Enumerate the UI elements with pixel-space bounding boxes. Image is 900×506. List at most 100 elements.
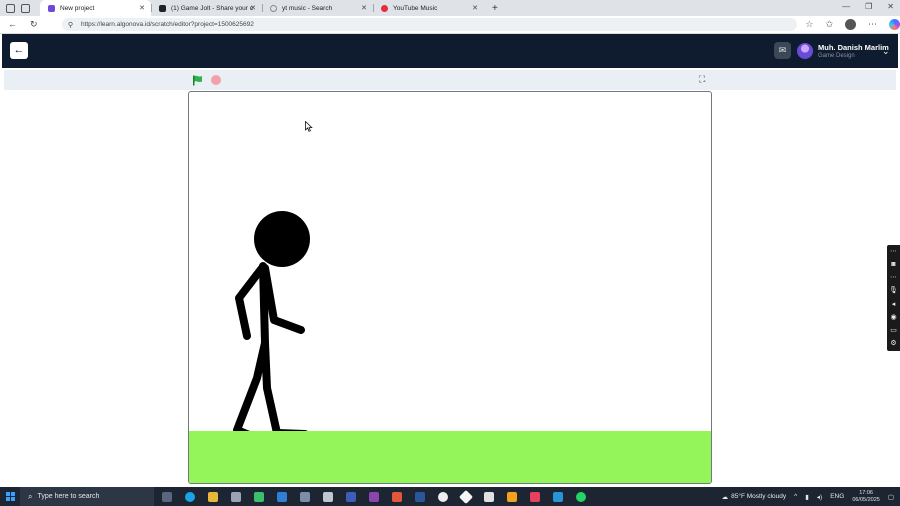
user-name: Muh. Danish Marlim <box>818 43 889 52</box>
favorite-star-icon[interactable]: ☆ <box>805 19 813 30</box>
app-icon-4[interactable] <box>300 491 310 502</box>
youtube-music-favicon-icon <box>381 4 388 12</box>
window-icon[interactable]: ▭ <box>890 327 897 335</box>
user-avatar[interactable] <box>797 43 813 59</box>
workspaces-icon[interactable] <box>6 3 15 13</box>
language-indicator[interactable]: ENG <box>830 493 844 500</box>
windows-taskbar: ⌕ Type here to search ☁ 85°F Mostly clou… <box>0 487 900 506</box>
app-icon-13[interactable] <box>553 491 563 502</box>
app-icon-5[interactable] <box>323 491 333 502</box>
windows-logo-icon <box>5 492 15 501</box>
browser-tab-strip: New project ✕ (1) Game Jolt - Share your… <box>0 0 900 16</box>
taskbar-apps <box>154 489 586 504</box>
chevron-down-icon[interactable]: ⌄ <box>882 46 890 57</box>
network-icon[interactable]: ▮ <box>805 493 809 501</box>
address-bar-row: ← ↻ ⚲ https://learn.algonova.id/scratch/… <box>0 16 900 34</box>
tab-actions-icon[interactable] <box>21 3 30 13</box>
weather-widget[interactable]: ☁ 85°F Mostly cloudy <box>722 493 786 501</box>
browser-toolbar-icons: ☆ ✩ ⋯ <box>805 19 900 30</box>
edge-icon[interactable] <box>185 491 195 502</box>
gamejolt-favicon-icon <box>159 4 166 12</box>
url-text: https://learn.algonova.id/scratch/editor… <box>80 21 254 28</box>
tray-chevron-icon[interactable]: ^ <box>794 493 797 500</box>
back-button[interactable]: ← <box>10 42 28 59</box>
file-explorer-icon[interactable] <box>208 491 218 502</box>
floating-side-panel: ⋯ ◙ ⋯ 🎙 ◂ ◉ ▭ ⚙ <box>887 245 900 351</box>
maximize-icon[interactable]: ❐ <box>865 2 872 11</box>
record-icon[interactable]: ◉ <box>890 314 896 322</box>
search-favicon-icon <box>270 4 277 12</box>
cloud-icon: ☁ <box>721 493 729 501</box>
tab-youtube-music[interactable]: YouTube Music ✕ <box>373 0 484 16</box>
notifications-icon[interactable]: ▢ <box>888 493 894 501</box>
app-icon-7[interactable] <box>369 491 379 502</box>
stop-button[interactable] <box>211 75 221 85</box>
fullscreen-icon[interactable]: ⛶ <box>699 74 705 85</box>
close-tab-icon[interactable]: ✕ <box>139 4 145 12</box>
camera-icon[interactable]: ◙ <box>891 261 895 269</box>
scratch-favicon-icon <box>48 4 55 12</box>
dots-icon[interactable]: ⋯ <box>890 248 897 256</box>
more-icon[interactable]: ⋯ <box>890 274 897 282</box>
app-header: ← ✉ Muh. Danish Marlim Game Design ⌄ <box>2 34 898 68</box>
more-menu-icon[interactable]: ⋯ <box>868 19 877 30</box>
chat-button[interactable]: ✉ <box>774 42 791 59</box>
copilot-icon[interactable] <box>889 19 900 30</box>
search-placeholder: Type here to search <box>37 493 100 500</box>
app-icon-12[interactable] <box>530 491 540 502</box>
site-info-icon[interactable]: ⚲ <box>68 21 73 29</box>
app-icon-11[interactable] <box>507 491 517 502</box>
favorites-icon[interactable]: ✩ <box>825 19 833 30</box>
speaker-icon[interactable]: ◂ <box>892 301 896 309</box>
app-icon-6[interactable] <box>346 491 356 502</box>
system-tray: ☁ 85°F Mostly cloudy ^ ▮ ◂) ENG 17:06 06… <box>722 487 894 506</box>
back-arrow-icon[interactable]: ← <box>8 19 17 30</box>
tab-game-jolt[interactable]: (1) Game Jolt - Share your creatio ✕ <box>151 0 262 16</box>
app-icon-8[interactable] <box>392 491 402 502</box>
clock[interactable]: 17:06 06/05/2025 <box>852 490 880 503</box>
app-icon-2[interactable] <box>254 491 264 502</box>
refresh-icon[interactable]: ↻ <box>30 19 38 30</box>
new-tab-button[interactable]: + <box>492 3 498 14</box>
window-menu-buttons <box>0 3 40 13</box>
tab-title: New project <box>60 4 95 12</box>
tab-title: YouTube Music <box>393 4 438 12</box>
app-icon-9[interactable] <box>438 491 448 502</box>
close-window-icon[interactable]: ✕ <box>887 2 894 11</box>
green-flag-icon[interactable] <box>192 75 203 86</box>
close-tab-icon[interactable]: ✕ <box>250 4 256 12</box>
app-icon-10[interactable] <box>458 489 474 504</box>
capcut-icon[interactable] <box>484 491 494 502</box>
user-role: Game Design <box>818 53 855 59</box>
app-icon-1[interactable] <box>231 491 241 502</box>
app-icon-3[interactable] <box>277 491 287 502</box>
close-tab-icon[interactable]: ✕ <box>472 4 478 12</box>
chat-icon: ✉ <box>778 45 787 55</box>
tab-title: (1) Game Jolt - Share your creatio <box>171 4 253 12</box>
volume-icon[interactable]: ◂) <box>817 493 822 501</box>
search-icon: ⌕ <box>28 491 33 501</box>
ground <box>189 431 711 483</box>
profile-icon[interactable] <box>845 19 856 30</box>
taskbar-search[interactable]: ⌕ Type here to search <box>20 487 154 506</box>
url-field[interactable]: ⚲ https://learn.algonova.id/scratch/edit… <box>61 18 798 31</box>
start-button[interactable] <box>0 492 20 501</box>
tab-new-project[interactable]: New project ✕ <box>40 0 151 16</box>
whatsapp-icon[interactable] <box>576 491 586 502</box>
scratch-stage[interactable] <box>188 91 712 484</box>
mouse-cursor-icon <box>305 121 313 132</box>
arrow-left-icon: ← <box>13 44 25 56</box>
word-icon[interactable] <box>415 491 425 502</box>
tab-title: yt music - Search <box>282 4 333 12</box>
microphone-icon[interactable]: 🎙 <box>889 287 898 295</box>
stage-toolbar: ⛶ <box>4 70 896 90</box>
minimize-icon[interactable]: — <box>842 2 850 11</box>
settings-gear-icon[interactable]: ⚙ <box>890 340 896 348</box>
clock-date: 06/05/2025 <box>852 496 880 503</box>
task-view-icon[interactable] <box>162 491 172 502</box>
window-controls: — ❐ ✕ <box>842 2 894 11</box>
close-tab-icon[interactable]: ✕ <box>361 4 367 12</box>
nav-buttons: ← ↻ <box>0 19 62 30</box>
tab-yt-music-search[interactable]: yt music - Search ✕ <box>262 0 373 16</box>
stick-figure-sprite[interactable] <box>229 208 319 443</box>
